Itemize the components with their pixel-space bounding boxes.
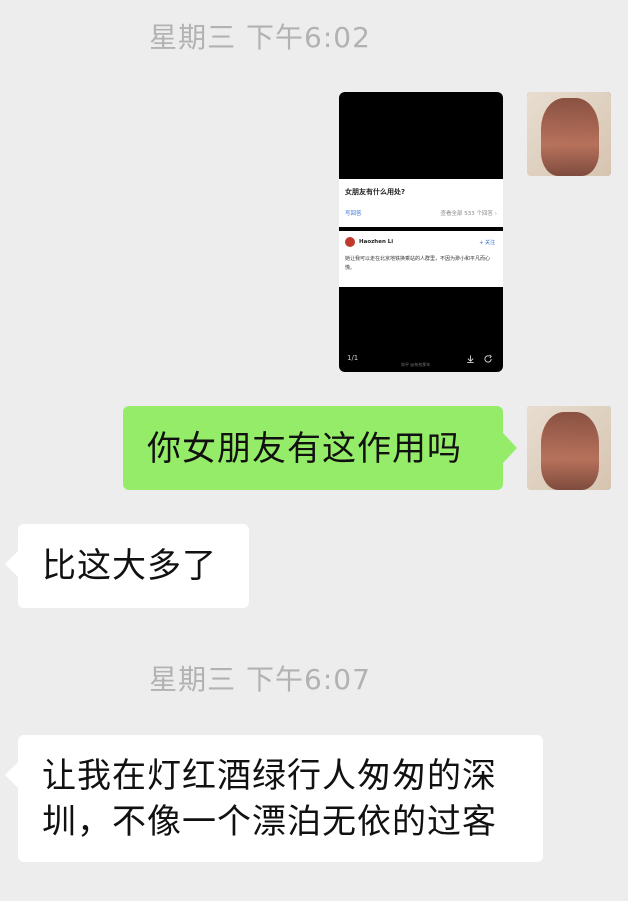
write-answer-link: 写回答 [345, 211, 362, 217]
timestamp: 星期三 下午6:02 [149, 21, 371, 54]
message-line: 圳，不像一个漂泊无依的过客 [42, 802, 497, 842]
watermark: 知乎 @匆匆那年 [401, 362, 431, 367]
answerer-name: Haozhen Li [359, 239, 394, 245]
answer-section: Haozhen Li + 关注 她让我可以走在北京地铁换乘站的人群里，不因为渺小… [339, 231, 503, 287]
view-all-answers: 查看全部 533 个回答 › [440, 211, 497, 217]
share-icon [484, 354, 492, 363]
download-icon [467, 355, 474, 364]
follow-button: + 关注 [479, 240, 495, 246]
outgoing-message[interactable]: 你女朋友有这作用吗 [123, 406, 517, 490]
page-indicator: 1/1 [347, 354, 359, 362]
answerer-avatar [345, 237, 355, 247]
shared-image-message[interactable]: 女朋友有什么用处? 写回答 查看全部 533 个回答 › Haozhen Li … [339, 92, 503, 372]
message-line: 让我在灯红酒绿行人匆匆的深 [42, 756, 497, 796]
avatar[interactable] [527, 406, 611, 490]
incoming-message[interactable]: 比这大多了 [5, 524, 249, 608]
incoming-message[interactable]: 让我在灯红酒绿行人匆匆的深 圳，不像一个漂泊无依的过客 [5, 735, 543, 862]
zhihu-card: 女朋友有什么用处? 写回答 查看全部 533 个回答 › Haozhen Li … [339, 179, 503, 369]
question-title: 女朋友有什么用处? [345, 188, 406, 196]
timestamp: 星期三 下午6:07 [149, 663, 371, 696]
question-section: 女朋友有什么用处? 写回答 查看全部 533 个回答 › [339, 179, 503, 227]
avatar[interactable] [527, 92, 611, 176]
answer-text: 她让我可以走在北京地铁换乘站的人群里，不因为渺小和平凡而心慌。 [345, 256, 491, 271]
